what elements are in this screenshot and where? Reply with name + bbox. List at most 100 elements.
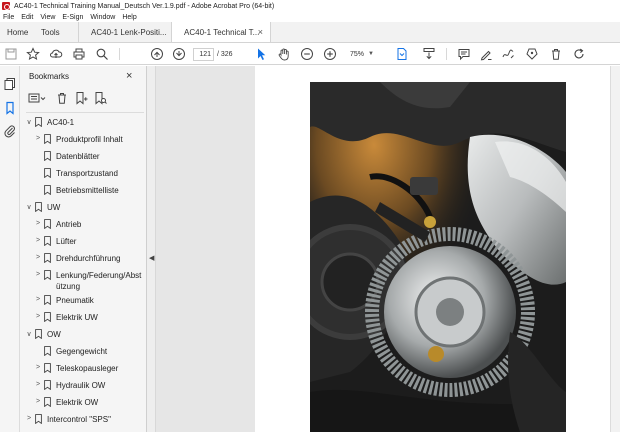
expand-chevron-icon[interactable]: > [34,135,42,142]
bookmark-item-datenblaetter[interactable]: Datenblätter [34,151,100,166]
draw-icon[interactable] [500,46,516,62]
pdf-page [255,66,615,432]
tab-home[interactable]: Home [0,22,36,42]
bookmark-item-uw[interactable]: ∨ UW [25,202,60,217]
expand-chevron-icon[interactable]: > [34,381,42,388]
menu-esign[interactable]: E-Sign [62,14,83,21]
menu-bar: File Edit View E-Sign Window Help [0,12,620,22]
delete-icon[interactable] [548,46,564,62]
bookmark-label: Betriebsmittelliste [56,186,119,195]
scroll-mode-icon[interactable] [421,46,437,62]
bookmark-label: Elektrik OW [56,398,99,407]
bookmark-icon [44,397,51,407]
bookmark-item-transportzustand[interactable]: Transportzustand [34,168,118,183]
page-number-input[interactable]: 121 [193,48,214,61]
expand-chevron-icon[interactable]: > [34,237,42,244]
bookmark-icon [35,414,42,424]
attachments-icon[interactable] [3,124,17,138]
expand-chevron-icon[interactable]: > [34,220,42,227]
page-view-icon[interactable] [394,46,410,62]
options-menu-icon[interactable] [28,91,46,105]
right-scroll-strip[interactable] [610,66,620,432]
bookmark-icon [44,253,51,263]
zoom-in-icon[interactable] [322,46,338,62]
expand-chevron-icon[interactable]: > [25,415,33,422]
menu-file[interactable]: File [3,14,14,21]
menu-window[interactable]: Window [90,14,115,21]
zoom-out-icon[interactable] [299,46,315,62]
bookmark-item-luefter[interactable]: > Lüfter [34,236,76,251]
star-icon[interactable] [25,46,41,62]
toolbar-divider [119,48,120,60]
tab-document-1-label: AC40-1 Lenk-Positi... [91,27,167,37]
cloud-upload-icon[interactable] [48,46,64,62]
bookmark-label: Produktprofil Inhalt [56,135,123,144]
print-icon[interactable] [71,46,87,62]
tab-tools[interactable]: Tools [36,22,78,42]
next-page-icon[interactable] [171,46,187,62]
bookmark-item-drehdurchfuehrung[interactable]: > Drehdurchführung [34,253,120,268]
bookmark-item-elektrik-ow[interactable]: > Elektrik OW [34,397,98,412]
expand-chevron-icon[interactable]: > [34,364,42,371]
main-toolbar: 121 / 326 75% ▼ [0,43,620,65]
bookmark-item-ow[interactable]: ∨ OW [25,329,61,344]
previous-page-icon[interactable] [149,46,165,62]
tab-home-label: Home [7,27,29,37]
highlight-pen-icon[interactable] [478,46,494,62]
delete-bookmark-icon[interactable] [55,91,69,105]
expand-chevron-icon[interactable]: > [34,271,42,278]
collapse-chevron-icon[interactable]: ∨ [25,203,33,211]
bookmark-item-produktprofil[interactable]: > Produktprofil Inhalt [34,134,123,149]
expand-chevron-icon[interactable]: > [34,254,42,261]
bookmark-label: Antrieb [56,220,82,229]
tab-bar: Home Tools AC40-1 Lenk-Positi... AC40-1 … [0,22,620,43]
close-icon[interactable]: × [126,70,132,82]
bookmark-icon [44,312,51,322]
comment-icon[interactable] [456,46,472,62]
bookmark-item-betriebsmittelliste[interactable]: Betriebsmittelliste [34,185,119,200]
bookmark-item-elektrik-uw[interactable]: > Elektrik UW [34,312,98,327]
document-viewport[interactable] [156,66,620,432]
expand-chevron-icon[interactable]: > [34,313,42,320]
add-bookmark-icon[interactable] [74,91,88,105]
save-icon[interactable] [3,46,19,62]
bookmark-label: OW [47,330,61,339]
bookmark-item-intercontrol[interactable]: > Intercontrol "SPS" [25,414,111,429]
bookmark-item-gegengewicht[interactable]: Gegengewicht [34,346,107,361]
bookmark-item-hydraulik-ow[interactable]: > Hydraulik OW [34,380,105,395]
expand-chevron-icon[interactable]: > [34,296,42,303]
select-cursor-icon[interactable] [253,46,269,62]
collapse-chevron-icon[interactable]: ∨ [25,118,33,126]
bookmark-label: AC40-1 [47,118,75,127]
bookmark-item-antrieb[interactable]: > Antrieb [34,219,81,234]
bookmarks-panel-icon[interactable] [3,101,17,115]
acrobat-app-icon [2,2,10,10]
zoom-dropdown-icon[interactable]: ▼ [368,51,374,57]
bookmark-item-ac40-1[interactable]: ∨ AC40-1 [25,117,74,132]
hand-tool-icon[interactable] [276,46,292,62]
bookmark-icon [44,151,51,161]
bookmark-item-pneumatik[interactable]: > Pneumatik [34,295,94,310]
menu-edit[interactable]: Edit [21,14,33,21]
collapse-panel-icon[interactable]: ◀ [149,254,154,262]
bookmark-item-lenkung[interactable]: > Lenkung/Federung/Abst ützung [34,270,141,294]
panel-collapse-handle[interactable]: ◀ [147,66,156,432]
tab-close-icon[interactable]: × [258,27,263,37]
rotate-icon[interactable] [571,46,587,62]
zoom-level[interactable]: 75% [350,51,364,58]
expand-chevron-icon[interactable]: > [34,398,42,405]
bookmark-label: Gegengewicht [56,347,108,356]
stamp-icon[interactable] [524,46,540,62]
menu-view[interactable]: View [40,14,55,21]
tab-document-1[interactable]: AC40-1 Lenk-Positi... [78,22,171,42]
find-bookmark-icon[interactable] [93,91,107,105]
collapse-chevron-icon[interactable]: ∨ [25,330,33,338]
bookmark-item-teleskopausleger[interactable]: > Teleskopausleger [34,363,118,378]
tab-document-2[interactable]: AC40-1 Technical T... × [171,22,271,42]
bookmark-icon [44,295,51,305]
bookmark-icon [44,363,51,373]
page-thumbnails-icon[interactable] [3,77,17,91]
search-icon[interactable] [94,46,110,62]
menu-help[interactable]: Help [122,14,136,21]
tab-document-2-label: AC40-1 Technical T... [184,27,260,37]
